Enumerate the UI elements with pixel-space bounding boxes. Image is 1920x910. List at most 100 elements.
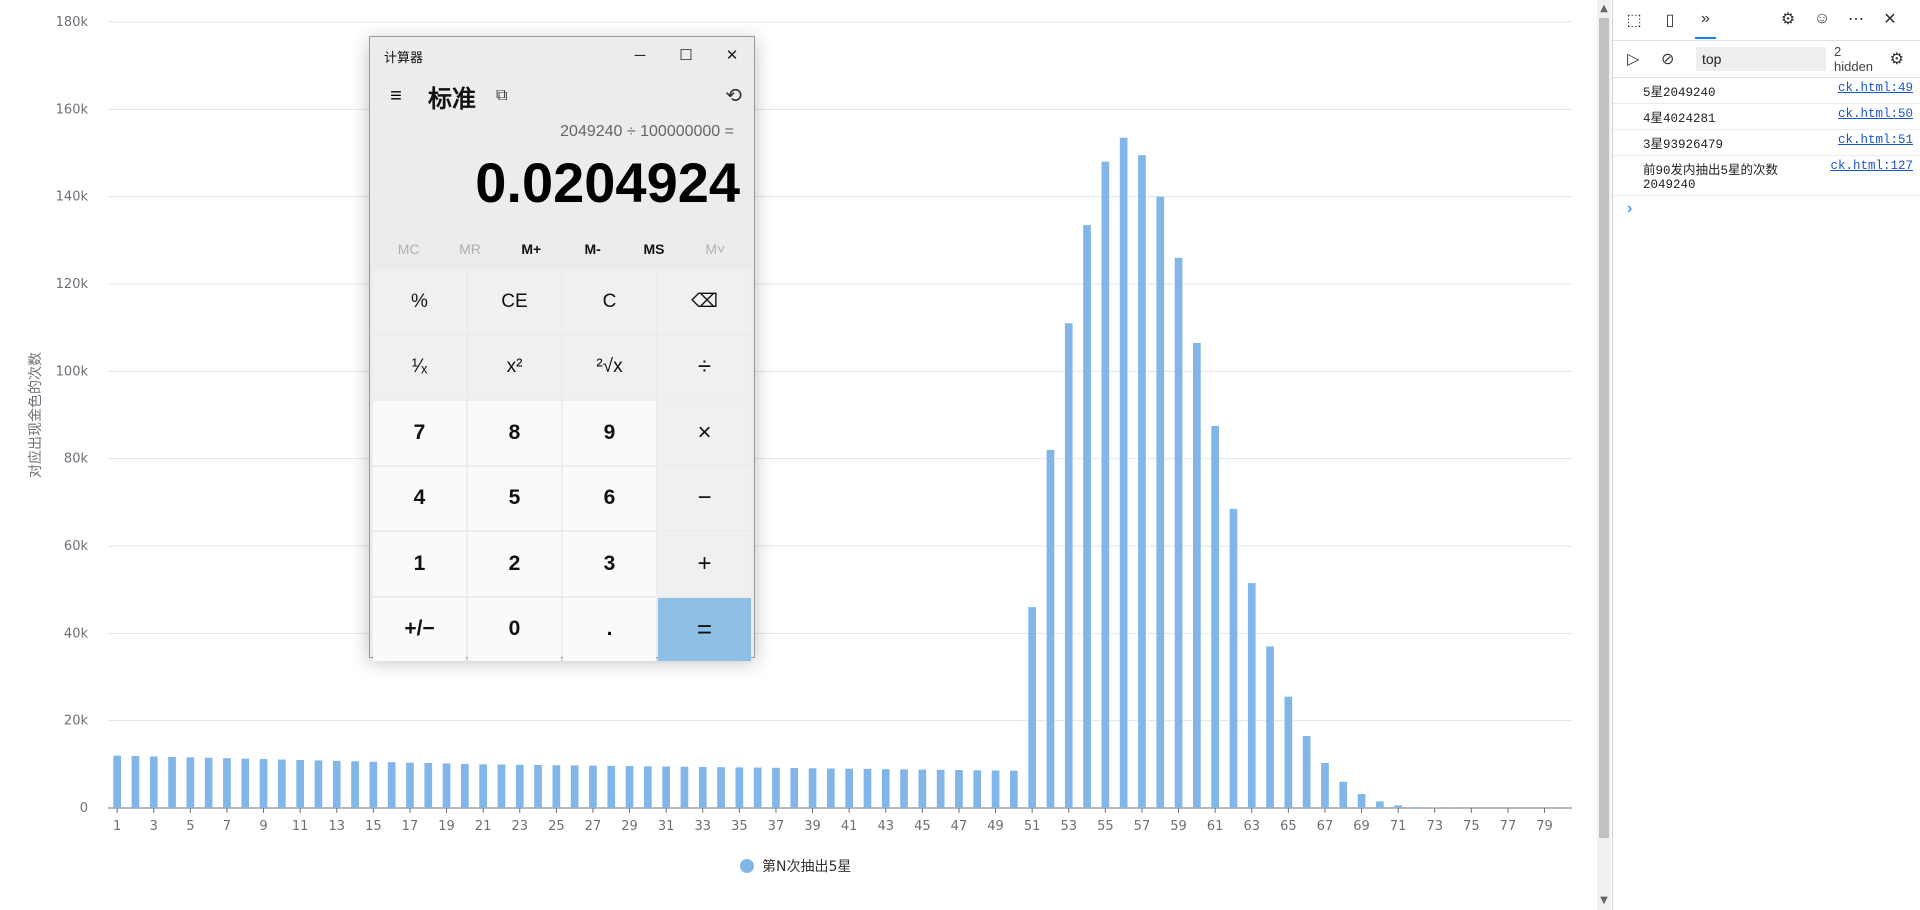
sqrt-key[interactable]: ²√x (563, 335, 656, 399)
console-source-link[interactable]: ck.html:50 (1838, 107, 1913, 126)
console-prompt[interactable]: › (1613, 196, 1920, 218)
bar (1156, 196, 1165, 808)
percent-key[interactable]: % (373, 270, 466, 334)
chart-legend[interactable]: 第N次抽出5星 (740, 856, 851, 876)
y-tick-label: 20k (64, 714, 89, 729)
bar (1412, 807, 1421, 808)
bar (278, 759, 286, 808)
hamburger-menu-icon[interactable]: ≡ (382, 85, 410, 108)
close-window-icon[interactable]: ✕ (712, 41, 752, 69)
memory-button-0[interactable]: MC (381, 241, 437, 257)
x-tick-label: 43 (877, 819, 894, 834)
square-key[interactable]: x² (468, 335, 561, 399)
minimize-icon[interactable]: ─ (620, 41, 660, 69)
bar (827, 768, 835, 808)
feedback-icon[interactable]: ☺ (1811, 8, 1833, 30)
bar (332, 760, 341, 808)
calculator-titlebar[interactable]: 计算器 ─ ☐ ✕ (370, 37, 754, 75)
digit-9-key[interactable]: 9 (563, 401, 656, 465)
console-filter-bar: ▷ ⊘ 2 hidden ⚙ (1613, 41, 1920, 78)
bar (131, 756, 140, 808)
x-tick-label: 5 (186, 819, 194, 834)
x-tick-label: 17 (402, 819, 419, 834)
digit-2-key[interactable]: 2 (468, 532, 561, 596)
bar-chart: 0 20k 40k 60k 80k 100k 120k 140k 160k 180k 对应出现金色的… (27, 15, 1572, 834)
bar (680, 766, 689, 808)
device-toggle-icon[interactable]: ▯ (1659, 9, 1681, 31)
scroll-thumb[interactable] (1599, 18, 1609, 838)
digit-5-key[interactable]: 5 (468, 466, 561, 530)
maximize-icon[interactable]: ☐ (666, 41, 706, 69)
x-tick-label: 13 (328, 819, 345, 834)
x-tick-label: 53 (1060, 819, 1077, 834)
divide-key[interactable]: ÷ (658, 335, 751, 399)
minus-key[interactable]: − (658, 466, 751, 530)
close-icon[interactable]: ✕ (1879, 8, 1901, 30)
plus-key[interactable]: + (658, 532, 751, 596)
more-tabs-icon[interactable]: » (1695, 1, 1716, 39)
settings-icon[interactable]: ⚙ (1777, 8, 1799, 30)
console-source-link[interactable]: ck.html:51 (1838, 133, 1913, 152)
x-tick-label: 25 (548, 819, 565, 834)
memory-button-4[interactable]: MS (626, 241, 682, 257)
digit-6-key[interactable]: 6 (563, 466, 656, 530)
clear-key[interactable]: C (563, 270, 656, 334)
memory-button-3[interactable]: M- (565, 241, 621, 257)
bar (1138, 155, 1146, 808)
digit-7-key[interactable]: 7 (373, 401, 466, 465)
bar (149, 756, 158, 808)
clear-console-icon[interactable]: ⊘ (1658, 48, 1679, 70)
multiply-key[interactable]: × (658, 401, 751, 465)
more-options-icon[interactable]: ⋯ (1845, 8, 1867, 30)
equals-key[interactable]: = (658, 597, 751, 661)
memory-button-5[interactable]: M˅ (687, 241, 743, 257)
console-message-text: 前90发内抽出5星的次数 2049240 (1643, 164, 1779, 192)
console-settings-icon[interactable]: ⚙ (1887, 48, 1908, 70)
bar (918, 769, 927, 808)
calculator-mode-title: 标准 (428, 85, 476, 113)
console-source-link[interactable]: ck.html:49 (1838, 81, 1913, 100)
y-axis-label: 对应出现金色的次数 (27, 352, 44, 478)
bar (387, 762, 396, 808)
y-tick-label: 120k (56, 277, 89, 292)
digit-0-key[interactable]: 0 (468, 597, 561, 661)
decimal-key[interactable]: . (563, 597, 656, 661)
scroll-down-icon[interactable]: ▼ (1597, 894, 1611, 908)
backspace-key[interactable]: ⌫ (658, 270, 751, 334)
inspect-icon[interactable]: ⬚ (1623, 9, 1645, 31)
bar (424, 763, 433, 808)
digit-8-key[interactable]: 8 (468, 401, 561, 465)
history-icon[interactable]: ⟲ (725, 83, 742, 108)
clear-entry-key[interactable]: CE (468, 270, 561, 334)
scroll-up-icon[interactable]: ▲ (1597, 2, 1611, 16)
page-scrollbar[interactable]: ▲ ▼ (1597, 0, 1611, 910)
x-tick-label: 27 (585, 819, 602, 834)
y-tick-label: 0 (80, 801, 88, 816)
bar (369, 761, 378, 808)
bar (662, 766, 670, 808)
console-message: 前90发内抽出5星的次数 2049240 ck.html:127 (1613, 156, 1920, 196)
keep-on-top-icon[interactable]: ⧉ (496, 87, 507, 105)
context-selector[interactable] (1696, 47, 1826, 71)
y-tick-label: 80k (64, 452, 89, 467)
bar (204, 757, 213, 808)
negate-key[interactable]: +/− (373, 597, 466, 661)
console-message: 3星93926479 ck.html:51 (1613, 130, 1920, 156)
digit-4-key[interactable]: 4 (373, 466, 466, 530)
reciprocal-key[interactable]: ¹⁄ₓ (373, 335, 466, 399)
digit-3-key[interactable]: 3 (563, 532, 656, 596)
bar (1247, 583, 1256, 808)
hidden-count: 2 hidden (1834, 44, 1874, 74)
console-source-link[interactable]: ck.html:127 (1830, 159, 1913, 192)
x-tick-label: 51 (1024, 819, 1041, 834)
digit-1-key[interactable]: 1 (373, 532, 466, 596)
legend-marker (740, 859, 754, 873)
x-tick-label: 1 (113, 819, 121, 834)
x-tick-label: 19 (438, 819, 455, 834)
bar (515, 764, 524, 808)
bar (168, 756, 176, 808)
x-tick-label: 57 (1134, 819, 1151, 834)
memory-button-1[interactable]: MR (442, 241, 498, 257)
memory-button-2[interactable]: M+ (503, 241, 559, 257)
sidebar-toggle-icon[interactable]: ▷ (1623, 48, 1644, 70)
